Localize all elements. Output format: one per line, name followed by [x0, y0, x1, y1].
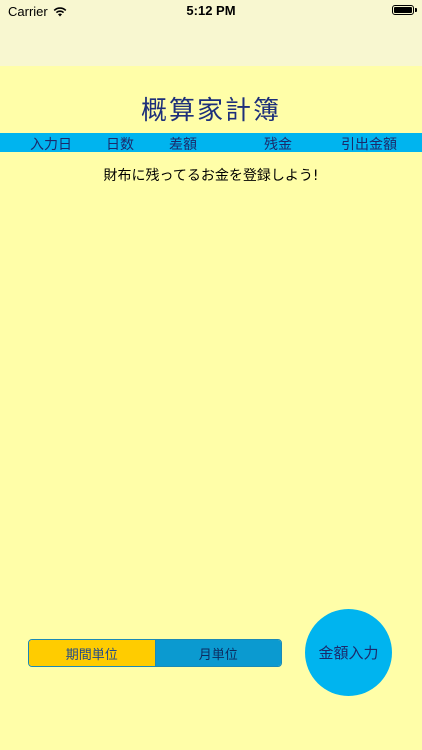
- battery-icon: [392, 5, 414, 15]
- page-title: 概算家計簿: [140, 96, 281, 126]
- segment-month-button[interactable]: 月単位: [154, 640, 281, 666]
- header-days: 日数: [106, 137, 134, 153]
- amount-input-button[interactable]: 金額入力: [305, 609, 392, 696]
- navigation-bar: [0, 22, 422, 66]
- table-header: 入力日 日数 差額 残金 引出金額: [0, 133, 422, 153]
- period-segmented-control: 期間単位 月単位: [28, 639, 282, 667]
- header-balance: 残金: [264, 137, 292, 153]
- segment-period-button[interactable]: 期間単位: [29, 640, 155, 666]
- battery-level: [394, 7, 412, 13]
- status-bar: Carrier 5:12 PM: [0, 0, 422, 22]
- status-time: 5:12 PM: [186, 3, 236, 18]
- header-withdraw: 引出金額: [341, 137, 397, 153]
- battery-tip: [415, 8, 417, 12]
- header-diff: 差額: [169, 137, 197, 153]
- empty-state-message: 財布に残ってるお金を登録しよう!: [103, 168, 319, 184]
- header-date: 入力日: [30, 137, 72, 153]
